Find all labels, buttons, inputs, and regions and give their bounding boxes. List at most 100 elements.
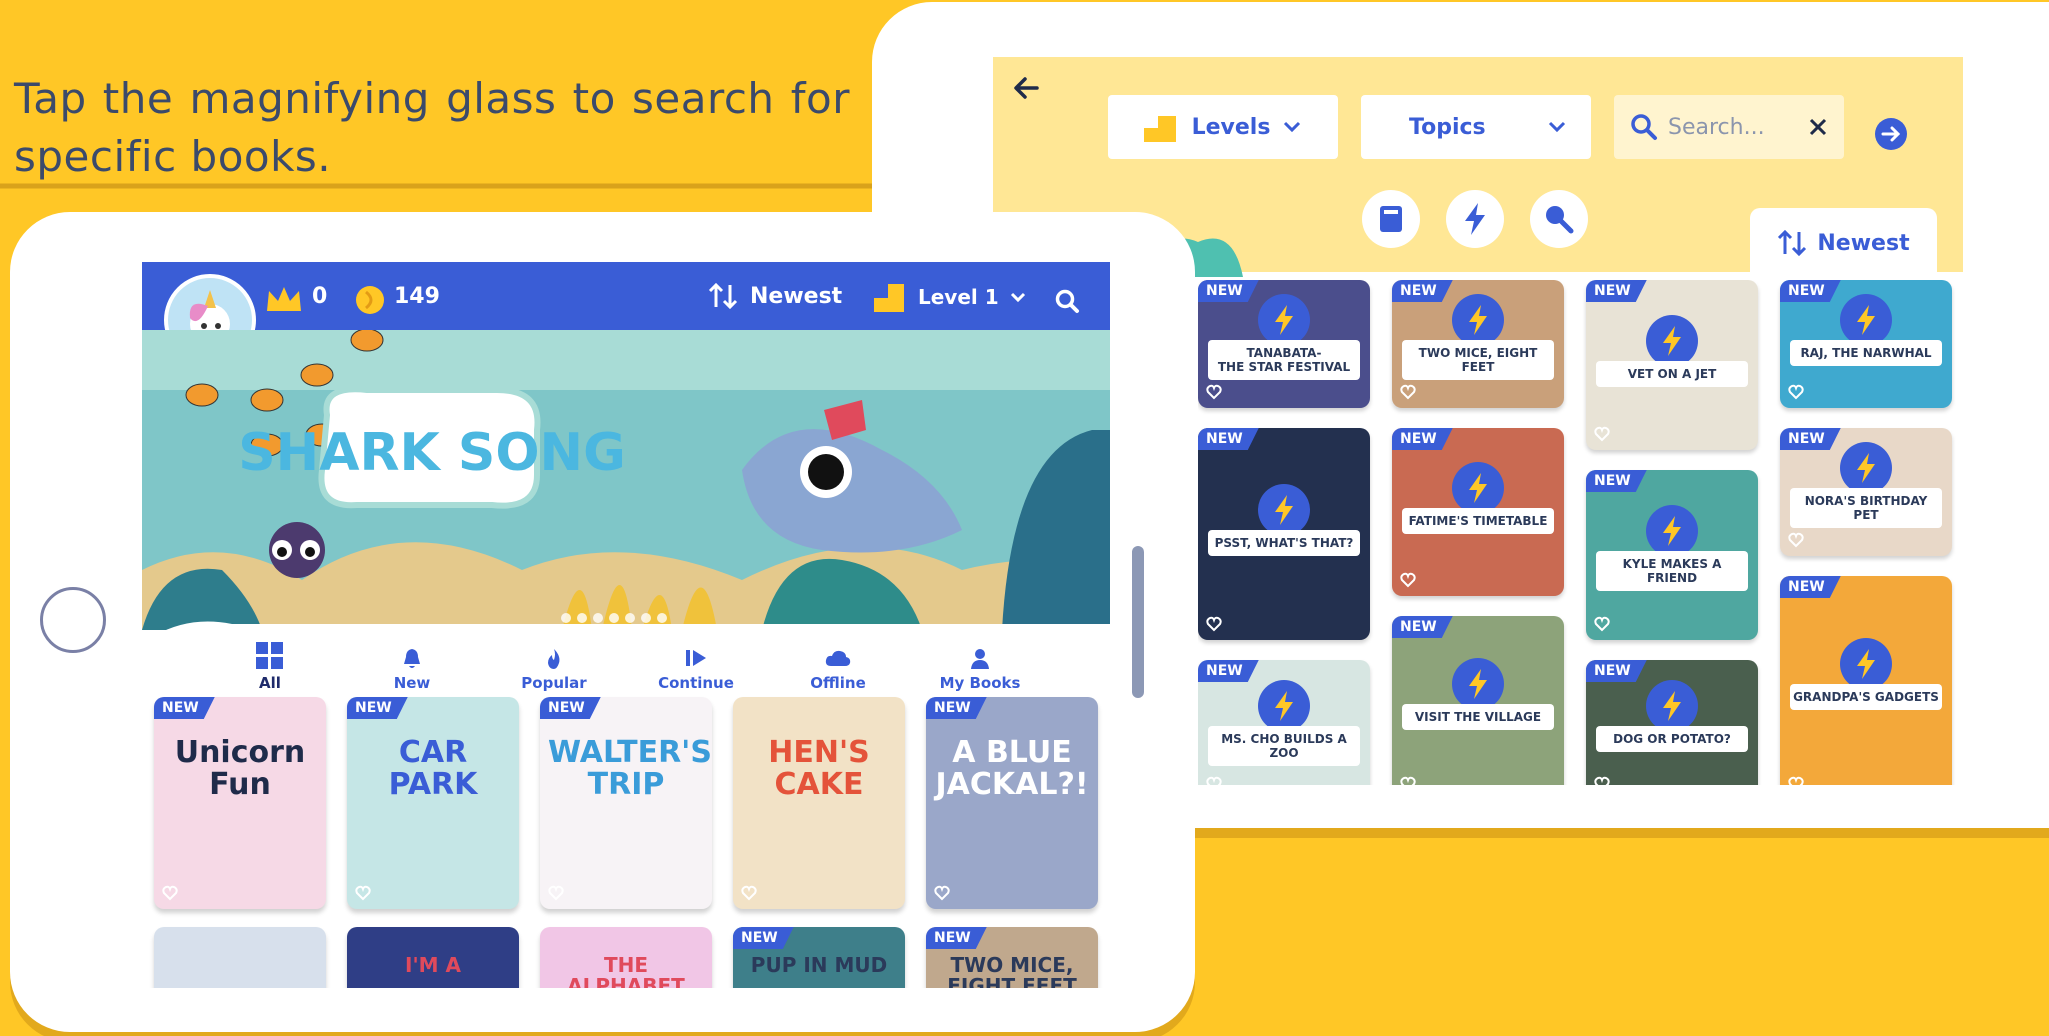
- all-icon: [200, 642, 340, 674]
- sort-newest-tab[interactable]: Newest: [1750, 208, 1937, 278]
- tab-all[interactable]: All: [200, 642, 340, 692]
- topics-dropdown[interactable]: Topics: [1361, 95, 1591, 159]
- new-badge: NEW: [1392, 428, 1453, 450]
- close-icon[interactable]: [1808, 117, 1828, 137]
- lightning-icon: [1840, 638, 1892, 690]
- new-badge: NEW: [1392, 616, 1453, 638]
- tab-popular[interactable]: Popular: [484, 648, 624, 692]
- book-card[interactable]: HEN'S CAKE: [733, 697, 905, 909]
- heart-icon[interactable]: [1400, 384, 1416, 400]
- heart-icon[interactable]: [1788, 776, 1804, 785]
- book-title: PSST, WHAT'S THAT?: [1208, 530, 1360, 556]
- book-icon: [1380, 206, 1402, 232]
- book-title: TWO MICE, EIGHT FEET: [1402, 340, 1554, 380]
- heart-icon[interactable]: [1788, 384, 1804, 400]
- book-title: TANABATA- THE STAR FESTIVAL: [1208, 340, 1360, 380]
- heart-icon[interactable]: [1788, 532, 1804, 548]
- heart-icon[interactable]: [1594, 426, 1610, 442]
- search-person-filter-button[interactable]: [1530, 190, 1588, 248]
- book-title: NORA'S BIRTHDAY PET: [1790, 488, 1942, 528]
- sort-icon: [1778, 229, 1807, 257]
- lightning-icon: [1646, 315, 1698, 367]
- book-card[interactable]: NEW FATIME'S TIMETABLE: [1392, 428, 1564, 596]
- heart-icon[interactable]: [1400, 572, 1416, 588]
- book-title: VET ON A JET: [1596, 361, 1748, 387]
- levels-dropdown[interactable]: Levels: [1108, 95, 1338, 159]
- book-title: A BLUE JACKAL?!: [935, 735, 1089, 802]
- heart-icon[interactable]: [355, 885, 371, 901]
- new-badge: NEW: [1586, 470, 1647, 492]
- book-title: THE ALPHABET: [567, 953, 685, 989]
- tab-new[interactable]: New: [342, 648, 482, 692]
- tab-continue[interactable]: Continue: [626, 648, 766, 692]
- lightning-filter-button[interactable]: [1446, 190, 1504, 248]
- book-card[interactable]: NEW A BLUE JACKAL?!: [926, 697, 1098, 909]
- featured-banner[interactable]: SHARK SONG: [142, 330, 1110, 630]
- new-badge: NEW: [1586, 280, 1647, 302]
- book-card[interactable]: NEW DOG OR POTATO?: [1586, 660, 1758, 785]
- lightning-icon: [1452, 658, 1504, 710]
- book-title: GRANDPA'S GADGETS: [1790, 684, 1942, 710]
- book-card[interactable]: NEW KYLE MAKES A FRIEND: [1586, 470, 1758, 640]
- heart-icon[interactable]: [1206, 776, 1222, 785]
- book-card[interactable]: NEW PSST, WHAT'S THAT?: [1198, 428, 1370, 640]
- topics-label: Topics: [1409, 114, 1486, 140]
- book-card[interactable]: NEW VET ON A JET: [1586, 280, 1758, 450]
- heart-icon[interactable]: [548, 885, 564, 901]
- tab-label: Popular: [521, 674, 587, 692]
- scrollbar[interactable]: [1132, 546, 1144, 698]
- book-title: WALTER'S TRIP: [548, 735, 712, 802]
- book-card[interactable]: NEW VISIT THE VILLAGE: [1392, 616, 1564, 785]
- heart-icon[interactable]: [1594, 616, 1610, 632]
- sort-newest-button[interactable]: Newest: [708, 282, 842, 310]
- search-icon: [1631, 114, 1657, 140]
- book-card[interactable]: NEW GRANDPA'S GADGETS: [1780, 576, 1952, 785]
- search-input[interactable]: Search...: [1668, 115, 1765, 140]
- book-card[interactable]: NEW MS. CHO BUILDS A ZOO: [1198, 660, 1370, 785]
- lightning-icon: [1840, 442, 1892, 494]
- tab-offline[interactable]: Offline: [768, 648, 908, 692]
- book-card[interactable]: NEW WALTER'S TRIP: [540, 697, 712, 909]
- heart-icon[interactable]: [741, 885, 757, 901]
- new-badge: NEW: [347, 697, 408, 719]
- new-badge: NEW: [1198, 660, 1259, 682]
- heart-icon[interactable]: [1206, 384, 1222, 400]
- crown-icon: [267, 287, 301, 311]
- book-filter-button[interactable]: [1362, 190, 1420, 248]
- heart-icon[interactable]: [1594, 776, 1610, 785]
- book-card[interactable]: NEW NORA'S BIRTHDAY PET: [1780, 428, 1952, 556]
- heart-icon[interactable]: [1400, 776, 1416, 785]
- search-person-icon: [1546, 206, 1574, 234]
- new-badge: NEW: [1586, 660, 1647, 682]
- book-card[interactable]: NEW Unicorn Fun: [154, 697, 326, 909]
- coin-icon: [356, 286, 384, 314]
- book-title: RAJ, THE NARWHAL: [1790, 340, 1942, 366]
- book-card[interactable]: NEW CAR PARK: [347, 697, 519, 909]
- arrow-left-icon[interactable]: [1011, 73, 1041, 103]
- levels-label: Levels: [1191, 114, 1271, 140]
- offline-icon: [768, 648, 908, 674]
- book-card[interactable]: NEW TWO MICE, EIGHT FEET: [1392, 280, 1564, 408]
- book-card[interactable]: NEW RAJ, THE NARWHAL: [1780, 280, 1952, 408]
- book-card[interactable]: NEW TWO MICE, EIGHT FEET: [926, 927, 1098, 988]
- heart-icon[interactable]: [162, 885, 178, 901]
- book-card[interactable]: NEW TANABATA- THE STAR FESTIVAL: [1198, 280, 1370, 408]
- search-box[interactable]: Search...: [1614, 95, 1844, 159]
- instruction-caption: Tap the magnifying glass to search for s…: [14, 74, 850, 181]
- lightning-icon: [1258, 294, 1310, 346]
- lightning-icon: [1646, 505, 1698, 557]
- lightning-icon: [1452, 294, 1504, 346]
- level-dropdown[interactable]: Level 1: [874, 282, 1027, 312]
- go-arrow-icon[interactable]: [1874, 117, 1908, 151]
- tab-my-books[interactable]: My Books: [910, 648, 1050, 692]
- book-card[interactable]: NEW PUP IN MUD: [733, 927, 905, 988]
- heart-icon[interactable]: [1206, 616, 1222, 632]
- book-card[interactable]: THE ALPHABET: [540, 927, 712, 988]
- search-icon[interactable]: [1054, 288, 1080, 314]
- book-card[interactable]: I'M A: [347, 927, 519, 988]
- book-card[interactable]: [154, 927, 326, 988]
- hero-title: SHARK SONG: [238, 423, 626, 483]
- level-label: Level 1: [918, 285, 999, 309]
- heart-icon[interactable]: [934, 885, 950, 901]
- lightning-icon: [1840, 294, 1892, 346]
